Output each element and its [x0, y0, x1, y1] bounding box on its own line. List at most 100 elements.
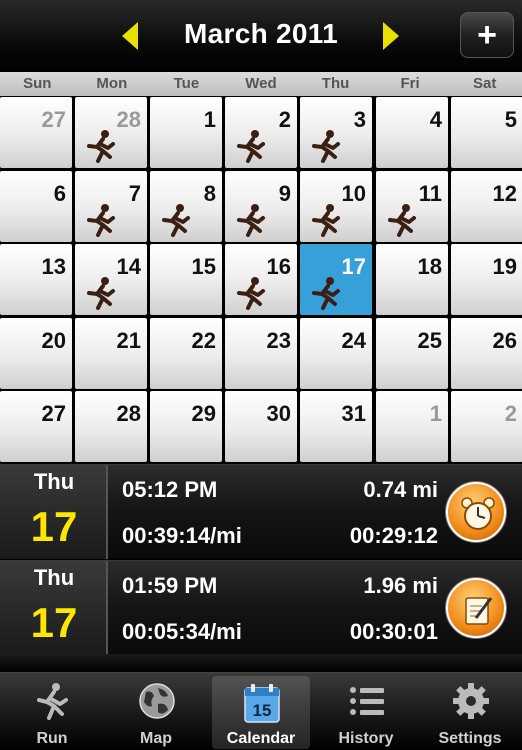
- day-number: 21: [116, 328, 141, 353]
- calendar-day-cell[interactable]: 10: [300, 171, 372, 242]
- calendar-day-cell[interactable]: 27: [0, 391, 72, 462]
- day-number: 17: [341, 254, 366, 279]
- list-bottom-strip: [0, 654, 522, 672]
- entry-day-number: 17: [30, 599, 78, 646]
- calendar-day-cell[interactable]: 20: [0, 318, 72, 389]
- entry-distance: 0.74 mi: [363, 477, 438, 502]
- add-run-button[interactable]: +: [460, 12, 514, 58]
- tab-settings[interactable]: Settings: [421, 676, 519, 749]
- tab-map[interactable]: Map: [107, 676, 205, 749]
- calendar-day-cell[interactable]: 13: [0, 244, 72, 315]
- runner-icon: [237, 130, 265, 163]
- calendar-day-cell[interactable]: 6: [0, 171, 72, 242]
- calendar-day-cell[interactable]: 9: [225, 171, 297, 242]
- runner-icon: [388, 204, 416, 237]
- calendar-day-cell[interactable]: 24: [300, 318, 372, 389]
- calendar-day-cell[interactable]: 15: [150, 244, 222, 315]
- day-number: 4: [429, 107, 442, 132]
- day-number: 6: [53, 181, 66, 206]
- entry-date-box: Thu 17: [0, 561, 108, 655]
- calendar-day-cell[interactable]: 1: [150, 97, 222, 168]
- calendar-day-cell[interactable]: 14: [75, 244, 147, 315]
- day-number: 22: [191, 328, 216, 353]
- weekday-label: Sat: [472, 75, 497, 92]
- entry-start-time: 01:59 PM: [122, 573, 218, 598]
- weekday-label: Thu: [321, 75, 350, 92]
- day-number: 28: [116, 107, 141, 132]
- calendar-day-cell[interactable]: 2: [225, 97, 297, 168]
- day-number: 16: [266, 254, 291, 279]
- stopwatch-icon[interactable]: [446, 482, 506, 542]
- calendar-day-cell[interactable]: 29: [150, 391, 222, 462]
- tab-calendar[interactable]: 15 Calendar: [212, 676, 310, 749]
- day-number: 12: [492, 181, 517, 206]
- tab-history[interactable]: History: [317, 676, 415, 749]
- run-entry[interactable]: Thu 17 05:12 PM 0.74 mi 00:39:14/mi 00:2…: [0, 464, 522, 559]
- calendar-day-cell[interactable]: 31: [300, 391, 372, 462]
- calendar-day-cell[interactable]: 8: [150, 171, 222, 242]
- day-number: 30: [266, 401, 291, 426]
- day-number: 27: [41, 401, 66, 426]
- calendar-day-cell[interactable]: 30: [225, 391, 297, 462]
- weekday-label: Mon: [96, 75, 128, 92]
- runner-icon: [237, 277, 265, 310]
- day-number: 8: [203, 181, 216, 206]
- tab-run[interactable]: Run: [3, 676, 101, 749]
- day-number: 19: [492, 254, 517, 279]
- weekday-label: Fri: [400, 75, 420, 92]
- day-number: 2: [278, 107, 291, 132]
- month-title: March 2011: [184, 18, 338, 49]
- calendar-day-cell-selected[interactable]: 17: [300, 244, 372, 315]
- day-number: 23: [266, 328, 291, 353]
- day-number: 20: [41, 328, 66, 353]
- runner-icon: [87, 130, 115, 163]
- calendar-day-cell[interactable]: 25: [376, 318, 448, 389]
- calendar-day-cell[interactable]: 16: [225, 244, 297, 315]
- notepad-icon[interactable]: [446, 578, 506, 638]
- calendar-day-cell[interactable]: 21: [75, 318, 147, 389]
- entry-duration: 00:30:01: [349, 619, 438, 644]
- weekday-header: Sun Mon Tue Wed Thu Fri Sat: [0, 72, 522, 96]
- day-number: 2: [504, 401, 517, 426]
- day-number: 3: [353, 107, 366, 132]
- calendar-day-cell[interactable]: 1: [376, 391, 448, 462]
- calendar-day-cell[interactable]: 3: [300, 97, 372, 168]
- runner-icon: [87, 277, 115, 310]
- next-month-arrow-icon[interactable]: [383, 22, 399, 50]
- calendar-day-cell[interactable]: 7: [75, 171, 147, 242]
- calendar-day-cell[interactable]: 27: [0, 97, 72, 168]
- entry-start-time: 05:12 PM: [122, 477, 218, 502]
- calendar-day-cell[interactable]: 28: [75, 391, 147, 462]
- calendar-day-cell[interactable]: 18: [376, 244, 448, 315]
- calendar-day-cell[interactable]: 22: [150, 318, 222, 389]
- day-number: 29: [191, 401, 216, 426]
- entry-weekday: Thu: [33, 469, 75, 494]
- day-number: 24: [341, 328, 366, 353]
- calendar-day-cell[interactable]: 4: [376, 97, 448, 168]
- weekday-label: Sun: [23, 75, 52, 92]
- day-number: 27: [41, 107, 66, 132]
- entry-distance: 1.96 mi: [363, 573, 438, 598]
- calendar-day-cell[interactable]: 26: [451, 318, 522, 389]
- calendar-day-cell[interactable]: 19: [451, 244, 522, 315]
- entry-pace: 00:39:14/mi: [122, 523, 242, 548]
- day-number: 5: [504, 107, 517, 132]
- run-entry[interactable]: Thu 17 01:59 PM 1.96 mi 00:05:34/mi 00:3…: [0, 560, 522, 655]
- entry-day-number: 17: [30, 503, 78, 550]
- previous-month-arrow-icon[interactable]: [122, 22, 138, 50]
- day-number: 18: [417, 254, 442, 279]
- weekday-label: Wed: [245, 75, 277, 92]
- calendar-day-cell[interactable]: 23: [225, 318, 297, 389]
- tab-label: History: [338, 730, 394, 747]
- day-number: 9: [278, 181, 291, 206]
- calendar-day-cell[interactable]: 11: [376, 171, 448, 242]
- runner-icon: [37, 683, 68, 720]
- calendar-day-cell[interactable]: 12: [451, 171, 522, 242]
- day-number: 15: [191, 254, 216, 279]
- tab-label: Run: [36, 730, 68, 747]
- day-number: 10: [341, 181, 366, 206]
- day-number: 14: [116, 254, 141, 279]
- calendar-day-cell[interactable]: 28: [75, 97, 147, 168]
- calendar-day-cell[interactable]: 2: [451, 391, 522, 462]
- calendar-day-cell[interactable]: 5: [451, 97, 522, 168]
